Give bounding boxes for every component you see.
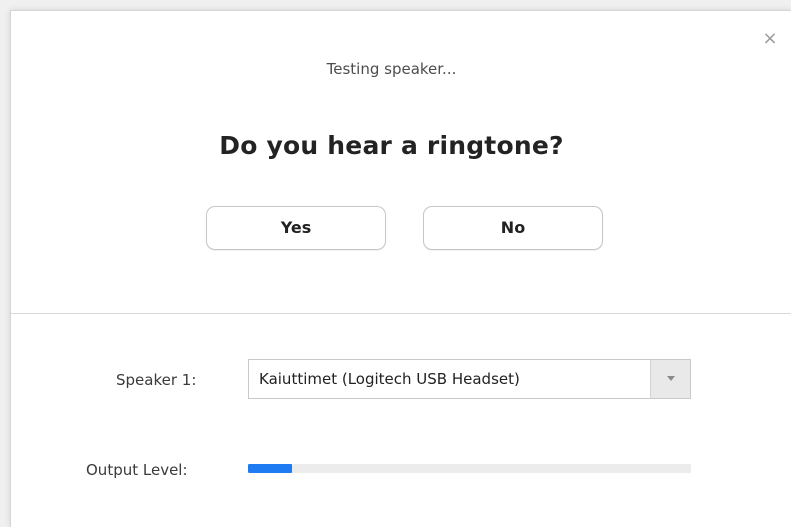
no-button[interactable]: No — [423, 206, 603, 250]
speaker-label: Speaker 1: — [116, 371, 197, 389]
speaker-test-dialog: × Testing speaker... Do you hear a ringt… — [10, 10, 791, 527]
chevron-down-icon — [667, 376, 675, 381]
ringtone-question: Do you hear a ringtone? — [219, 131, 564, 160]
testing-status: Testing speaker... — [326, 60, 457, 78]
output-level-label: Output Level: — [86, 461, 188, 479]
output-level-meter — [248, 464, 691, 473]
section-divider — [11, 313, 791, 314]
yes-button[interactable]: Yes — [206, 206, 386, 250]
close-icon[interactable]: × — [762, 30, 778, 48]
dropdown-button[interactable] — [650, 360, 690, 398]
output-level-fill — [248, 464, 293, 473]
speaker-selected-value: Kaiuttimet (Logitech USB Headset) — [259, 370, 520, 388]
speaker-select[interactable]: Kaiuttimet (Logitech USB Headset) — [248, 359, 691, 399]
